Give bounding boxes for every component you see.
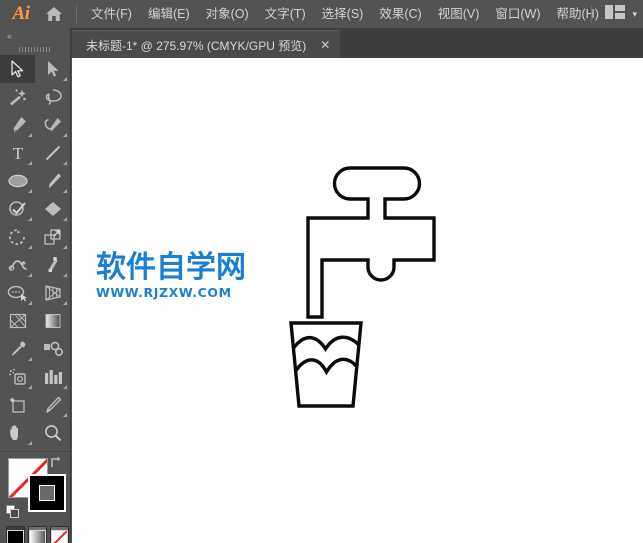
watermark-url: WWW.RJZXW.COM — [96, 284, 232, 300]
menu-effect[interactable]: 效果(C) — [371, 4, 429, 25]
default-fill-stroke-icon[interactable] — [6, 505, 20, 519]
paintbrush-tool[interactable] — [35, 167, 70, 195]
gradient-tool[interactable] — [35, 307, 70, 335]
direct-selection-tool[interactable] — [35, 55, 70, 83]
menu-window[interactable]: 窗口(W) — [487, 4, 548, 25]
menu-edit[interactable]: 编辑(E) — [140, 4, 198, 25]
artwork-layer — [289, 166, 436, 408]
line-segment-tool[interactable] — [35, 139, 70, 167]
shaper-tool[interactable] — [0, 195, 35, 223]
solid-color-swatch — [7, 529, 24, 543]
blend-tool[interactable] — [35, 335, 70, 363]
gradient-button[interactable] — [28, 526, 47, 543]
scale-tool[interactable] — [35, 223, 70, 251]
ellipse-tool[interactable] — [0, 167, 35, 195]
artboard-tool[interactable] — [0, 391, 35, 419]
cup-shape[interactable] — [289, 321, 363, 408]
tools-panel: « T — [0, 28, 71, 543]
zoom-tool[interactable] — [35, 419, 70, 447]
home-icon[interactable] — [38, 0, 70, 28]
stroke-swatch[interactable] — [28, 474, 66, 512]
menu-view[interactable]: 视图(V) — [430, 4, 488, 25]
close-icon[interactable]: ✕ — [306, 39, 340, 51]
workspace-divider — [591, 5, 593, 23]
shape-builder-tool[interactable] — [0, 279, 35, 307]
document-tab[interactable]: 未标题-1* @ 275.97% (CMYK/GPU 预览) ✕ — [72, 30, 341, 59]
type-tool[interactable]: T — [0, 139, 35, 167]
free-transform-tool[interactable] — [35, 251, 70, 279]
perspective-grid-tool[interactable] — [35, 279, 70, 307]
hand-tool[interactable] — [0, 419, 35, 447]
workspace-switcher[interactable]: ▾ — [585, 0, 637, 28]
mesh-tool[interactable] — [0, 307, 35, 335]
workspace-layout-icon — [605, 4, 626, 24]
magic-wand-tool[interactable] — [0, 83, 35, 111]
none-button[interactable] — [50, 526, 69, 543]
tool-grid: T — [0, 55, 70, 447]
column-graph-tool[interactable] — [35, 363, 70, 391]
svg-text:T: T — [12, 144, 23, 162]
app-logo: Ai — [12, 3, 30, 24]
watermark: 软件自学网 WWW.RJZXW.COM — [96, 252, 256, 300]
illustrator-window: Ai 文件(F) 编辑(E) 对象(O) 文字(T) 选择(S) 效果(C) 视… — [0, 0, 643, 543]
menu-object[interactable]: 对象(O) — [198, 4, 257, 25]
width-tool[interactable] — [0, 251, 35, 279]
faucet-outline[interactable] — [306, 166, 436, 319]
selection-tool[interactable] — [0, 55, 35, 83]
slice-tool[interactable] — [35, 391, 70, 419]
symbol-sprayer-tool[interactable] — [0, 363, 35, 391]
menu-bar: Ai 文件(F) 编辑(E) 对象(O) 文字(T) 选择(S) 效果(C) 视… — [0, 0, 643, 28]
gradient-swatch — [29, 529, 46, 543]
lasso-tool[interactable] — [35, 83, 70, 111]
menu-file[interactable]: 文件(F) — [83, 4, 140, 25]
stroke-swatch-inner — [39, 485, 55, 501]
menu-type[interactable]: 文字(T) — [257, 4, 314, 25]
eyedropper-tool[interactable] — [0, 335, 35, 363]
document-tab-bar: 未标题-1* @ 275.97% (CMYK/GPU 预览) ✕ — [0, 28, 643, 59]
panel-drag-handle[interactable] — [0, 43, 70, 55]
fill-stroke-controls — [0, 451, 70, 522]
eraser-tool[interactable] — [35, 195, 70, 223]
rotate-tool[interactable] — [0, 223, 35, 251]
artboard-canvas[interactable]: 软件自学网 WWW.RJZXW.COM — [72, 58, 643, 543]
color-button[interactable] — [6, 526, 25, 543]
document-tab-title: 未标题-1* @ 275.97% (CMYK/GPU 预览) — [86, 38, 307, 53]
swap-fill-stroke-icon[interactable] — [48, 455, 64, 471]
menu-divider — [76, 5, 77, 23]
watermark-title: 软件自学网 — [96, 250, 246, 285]
curvature-tool[interactable] — [35, 111, 70, 139]
chevron-down-icon[interactable]: ▾ — [632, 9, 637, 19]
none-swatch — [51, 529, 68, 543]
collapse-panel-icon[interactable]: « — [0, 28, 70, 43]
menu-select[interactable]: 选择(S) — [314, 4, 372, 25]
pen-tool[interactable] — [0, 111, 35, 139]
color-mode-buttons — [6, 526, 69, 543]
